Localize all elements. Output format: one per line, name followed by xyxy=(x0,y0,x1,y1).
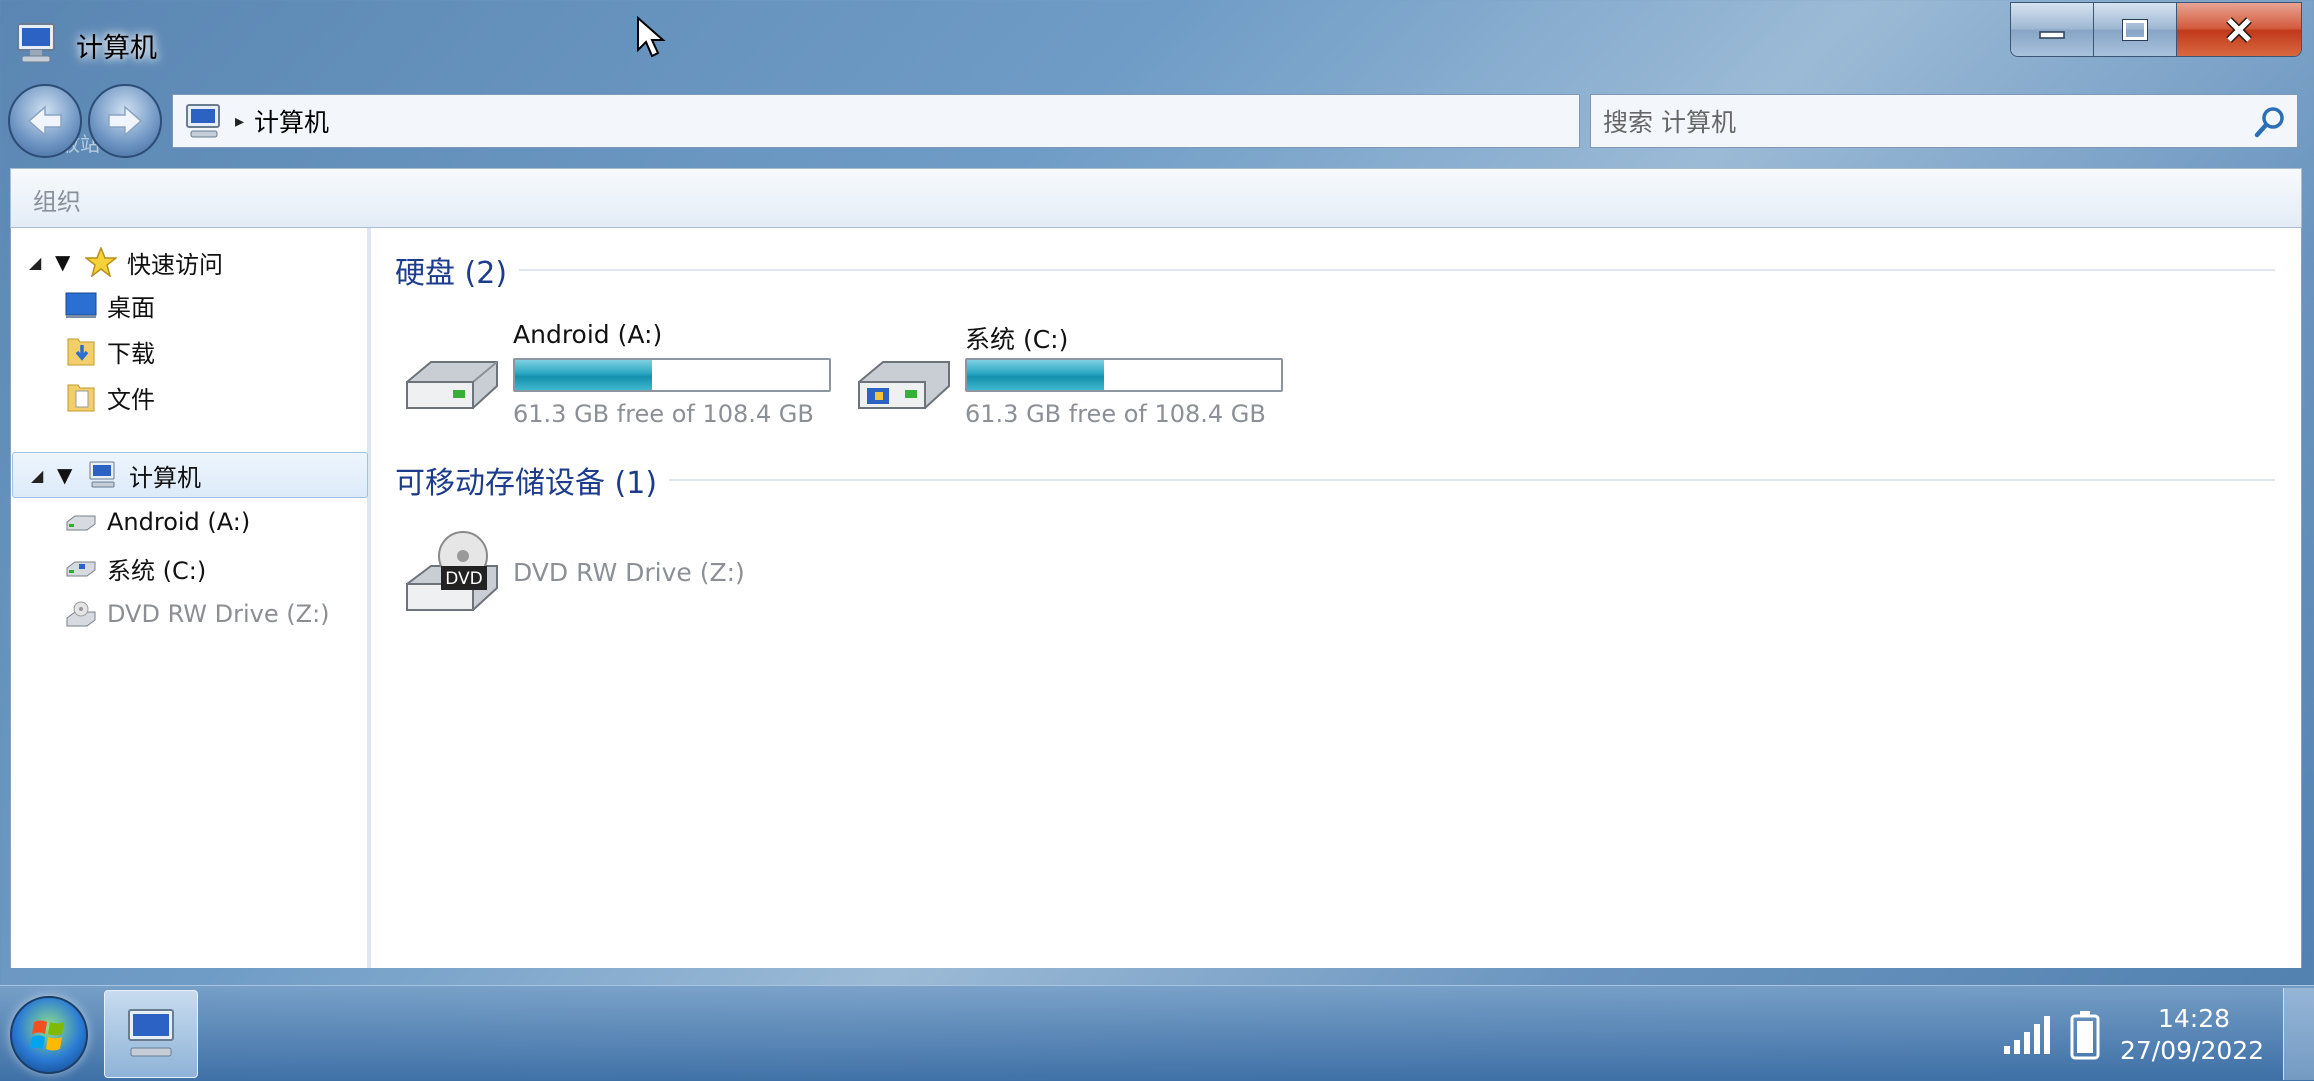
sidebar-item-label: 文件 xyxy=(107,385,155,414)
maximize-icon xyxy=(2122,18,2148,41)
start-button[interactable] xyxy=(10,996,88,1074)
window-title: 计算机 xyxy=(76,33,157,64)
drive-tile-c[interactable]: 系统 (C:) 61.3 GB free of 108.4 GB xyxy=(853,320,1293,430)
signal-strength-icon[interactable] xyxy=(2002,1016,2050,1056)
drive-tile-a[interactable]: Android (A:) 61.3 GB free of 108.4 GB xyxy=(401,320,841,430)
windows-logo-icon xyxy=(30,1020,64,1051)
sidebar-item-label: 下载 xyxy=(107,339,155,368)
group-header-hard-disks[interactable]: 硬盘 (2) xyxy=(395,248,2275,292)
group-title: 硬盘 (2) xyxy=(395,256,508,291)
drive-free-space: 61.3 GB free of 108.4 GB xyxy=(965,400,1266,428)
documents-folder-icon xyxy=(65,382,97,412)
file-list-pane: 硬盘 (2) Android (A:) 61.3 GB free of 108.… xyxy=(371,228,2301,968)
close-icon xyxy=(2226,16,2252,43)
sidebar-item-documents[interactable]: 文件 xyxy=(11,375,367,419)
computer-icon xyxy=(87,460,119,490)
desktop-icon xyxy=(65,290,97,320)
computer-icon xyxy=(17,23,55,63)
sidebar-item-downloads[interactable]: 下载 xyxy=(11,329,367,373)
maximize-button[interactable] xyxy=(2094,3,2177,56)
group-header-removable[interactable]: 可移动存储设备 (1) xyxy=(395,458,2275,502)
hard-drive-icon xyxy=(406,361,498,409)
expand-triangle-icon[interactable]: ◢ xyxy=(31,466,47,485)
group-title: 可移动存储设备 (1) xyxy=(395,466,658,501)
breadcrumb-chevron-icon[interactable]: ▸ xyxy=(235,111,244,132)
sidebar-item-label: 桌面 xyxy=(107,293,155,322)
computer-icon xyxy=(128,1009,174,1057)
dvd-drive-icon: DVD xyxy=(406,531,498,611)
breadcrumb-computer[interactable]: 计算机 xyxy=(254,103,329,139)
taskbar-explorer-button[interactable] xyxy=(104,990,198,1078)
star-icon xyxy=(85,247,117,277)
minimize-icon xyxy=(2039,30,2065,39)
caption-buttons xyxy=(2010,2,2302,57)
clock-date[interactable]: 27/09/2022 xyxy=(2120,1036,2264,1065)
battery-icon[interactable] xyxy=(2070,1010,2100,1060)
organize-menu[interactable]: 组织 xyxy=(33,182,81,217)
sidebar-item-drive-z[interactable]: DVD RW Drive (Z:) xyxy=(11,592,367,636)
minimize-button[interactable] xyxy=(2011,3,2094,56)
search-icon[interactable] xyxy=(2253,105,2287,139)
drive-name: DVD RW Drive (Z:) xyxy=(513,558,745,587)
usage-bar xyxy=(965,358,1283,392)
sidebar-item-drive-c[interactable]: 系统 (C:) xyxy=(11,546,367,590)
address-bar[interactable]: ▸ 计算机 xyxy=(172,94,1580,148)
forward-arrow-icon xyxy=(108,105,143,137)
sidebar-item-desktop[interactable]: 桌面 xyxy=(11,283,367,327)
system-drive-icon xyxy=(65,553,97,583)
close-button[interactable] xyxy=(2177,3,2301,56)
mouse-cursor-icon xyxy=(637,16,666,58)
sidebar-item-label: DVD RW Drive (Z:) xyxy=(107,600,330,628)
system-drive-icon xyxy=(858,361,950,409)
drive-free-space: 61.3 GB free of 108.4 GB xyxy=(513,400,814,428)
sidebar-item-label: 系统 (C:) xyxy=(107,556,207,585)
dvd-drive-icon xyxy=(65,599,97,629)
taskbar xyxy=(0,985,2314,1081)
back-button[interactable] xyxy=(8,84,82,158)
group-divider xyxy=(519,269,2275,271)
collapse-chevron-icon[interactable]: ▼ xyxy=(55,250,79,274)
explorer-window: 计算机 回收站 ▸ 计算机 xyxy=(0,0,2314,985)
sidebar-item-label: 计算机 xyxy=(129,463,201,492)
group-divider xyxy=(669,479,2275,481)
sidebar-item-drive-a[interactable]: Android (A:) xyxy=(11,500,367,544)
drive-name: Android (A:) xyxy=(513,320,663,349)
collapse-chevron-icon[interactable]: ▼ xyxy=(57,463,81,487)
sidebar-item-label: 快速访问 xyxy=(127,250,223,279)
content-area: ◢ ▼ 快速访问 桌面 下载 文件 ◢ ▼ 计算机 Android (A:) 系… xyxy=(10,228,2302,968)
show-desktop-button[interactable] xyxy=(2283,988,2314,1080)
sidebar-item-computer[interactable]: ◢ ▼ 计算机 xyxy=(12,452,368,498)
search-input[interactable] xyxy=(1601,101,2225,143)
downloads-folder-icon xyxy=(65,336,97,366)
computer-icon xyxy=(186,104,220,138)
drive-tile-z[interactable]: DVD DVD RW Drive (Z:) xyxy=(401,518,841,628)
clock-time[interactable]: 14:28 xyxy=(2158,1004,2230,1033)
hard-drive-icon xyxy=(65,507,97,537)
drive-name: 系统 (C:) xyxy=(965,325,1069,354)
expand-triangle-icon[interactable]: ◢ xyxy=(29,253,45,272)
usage-bar-fill xyxy=(967,360,1104,390)
back-arrow-icon xyxy=(27,105,62,137)
forward-button[interactable] xyxy=(88,84,162,158)
command-bar: 组织 xyxy=(10,168,2302,228)
dvd-logo-text: DVD xyxy=(445,569,483,589)
sidebar-item-quick-access[interactable]: ◢ ▼ 快速访问 xyxy=(11,240,367,284)
usage-bar-fill xyxy=(515,360,652,390)
title-bar[interactable]: 计算机 回收站 xyxy=(0,0,2314,156)
sidebar-item-label: Android (A:) xyxy=(107,508,251,536)
search-box[interactable] xyxy=(1590,94,2298,148)
navigation-pane: ◢ ▼ 快速访问 桌面 下载 文件 ◢ ▼ 计算机 Android (A:) 系… xyxy=(11,228,371,968)
usage-bar xyxy=(513,358,831,392)
